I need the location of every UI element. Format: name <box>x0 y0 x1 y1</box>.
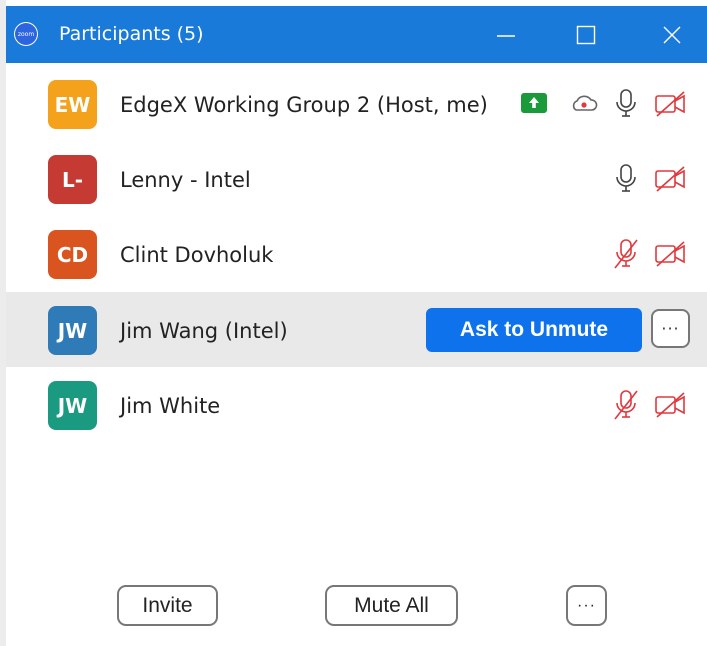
avatar: CD <box>48 230 97 279</box>
share-screen-icon <box>521 92 551 122</box>
ask-to-unmute-button[interactable]: Ask to Unmute <box>426 308 642 352</box>
avatar: JW <box>48 306 97 355</box>
mic-icon[interactable] <box>614 88 644 118</box>
participant-row[interactable]: EW EdgeX Working Group 2 (Host, me) <box>6 66 707 141</box>
video-off-icon[interactable] <box>654 240 685 270</box>
participant-name: Jim White <box>120 394 221 418</box>
video-off-icon[interactable] <box>654 165 685 195</box>
video-off-icon[interactable] <box>654 391 685 421</box>
zoom-logo-icon: zoom <box>14 22 38 46</box>
participants-window: zoom Participants (5) EW EdgeX Working G… <box>0 0 707 646</box>
video-off-icon[interactable] <box>654 90 685 120</box>
participant-more-button[interactable]: ··· <box>651 309 690 348</box>
mic-muted-icon[interactable] <box>612 389 642 420</box>
participant-name: EdgeX Working Group 2 (Host, me) <box>120 93 488 117</box>
minimize-button[interactable] <box>476 6 536 63</box>
zoom-logo-text: zoom <box>15 23 37 45</box>
minimize-icon <box>497 34 515 37</box>
cloud-record-icon <box>569 91 599 121</box>
participant-name: Clint Dovholuk <box>120 243 274 267</box>
title-bar[interactable]: zoom Participants (5) <box>6 6 707 63</box>
avatar: JW <box>48 381 97 430</box>
participant-name: Lenny - Intel <box>120 168 251 192</box>
participant-name: Jim Wang (Intel) <box>120 319 288 343</box>
window-title: Participants (5) <box>59 23 204 45</box>
maximize-button[interactable] <box>556 6 616 63</box>
more-options-button[interactable]: ··· <box>566 585 607 626</box>
participant-row[interactable]: CD Clint Dovholuk <box>6 216 707 291</box>
close-button[interactable] <box>642 6 702 63</box>
participant-row[interactable]: JW Jim Wang (Intel) Ask to Unmute ··· <box>6 292 707 367</box>
participant-row[interactable]: L- Lenny - Intel <box>6 141 707 216</box>
mic-icon[interactable] <box>614 163 644 193</box>
participant-row[interactable]: JW Jim White <box>6 367 707 442</box>
maximize-icon <box>576 25 596 44</box>
invite-button[interactable]: Invite <box>117 585 218 626</box>
avatar: L- <box>48 155 97 204</box>
avatar: EW <box>48 80 97 129</box>
close-icon <box>663 26 681 43</box>
mic-muted-icon[interactable] <box>612 238 642 269</box>
mute-all-button[interactable]: Mute All <box>325 585 458 626</box>
